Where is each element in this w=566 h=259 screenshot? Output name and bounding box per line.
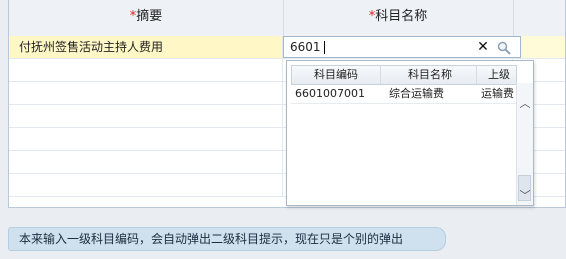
chevron-up-icon[interactable]: ︿ <box>519 98 531 109</box>
grid-header: *摘要 *科目名称 <box>9 0 565 37</box>
dropdown-column-parent: 上级 <box>488 68 510 81</box>
account-parent: 运输费 <box>481 87 514 100</box>
column-header-account[interactable]: *科目名称 <box>283 0 514 36</box>
account-suggestion-dropdown[interactable]: 科目编码 科目名称 上级 6601007001 综合运输费 运输费 ︿ ﹀ <box>286 60 534 206</box>
account-code: 6601007001 <box>295 87 365 100</box>
column-divider <box>476 66 477 84</box>
chevron-down-icon[interactable]: ﹀ <box>519 190 531 201</box>
dropdown-column-code: 科目编码 <box>314 68 358 81</box>
dropdown-column-name: 科目名称 <box>408 68 452 81</box>
text-caret <box>324 41 325 54</box>
list-item[interactable]: 6601007001 综合运输费 运输费 <box>291 85 517 104</box>
account-input[interactable]: 6601 ✕ <box>283 36 521 58</box>
column-divider <box>380 66 381 84</box>
summary-cell[interactable] <box>9 105 283 127</box>
summary-cell[interactable]: 付抚州签售活动主持人费用 <box>9 36 283 58</box>
account-name: 综合运输费 <box>389 87 444 100</box>
summary-cell[interactable] <box>9 128 283 150</box>
dropdown-header: 科目编码 科目名称 上级 <box>291 65 517 85</box>
close-icon[interactable]: ✕ <box>476 40 490 54</box>
summary-cell[interactable] <box>9 82 283 104</box>
summary-cell[interactable] <box>9 59 283 81</box>
column-header-label: 摘要 <box>136 9 163 24</box>
column-header-extra <box>513 0 566 36</box>
summary-cell[interactable] <box>9 174 283 196</box>
column-header-summary[interactable]: *摘要 <box>9 0 284 36</box>
column-header-label: 科目名称 <box>375 9 428 24</box>
summary-cell[interactable] <box>9 151 283 173</box>
annotation-tip: 本来输入一级科目编码，会自动弹出二级科目提示，现在只是个别的弹出 <box>8 227 446 251</box>
account-input-value[interactable]: 6601 <box>290 37 321 57</box>
dropdown-scrollbar[interactable]: ︿ ﹀ <box>516 83 533 205</box>
search-icon[interactable] <box>496 40 512 56</box>
